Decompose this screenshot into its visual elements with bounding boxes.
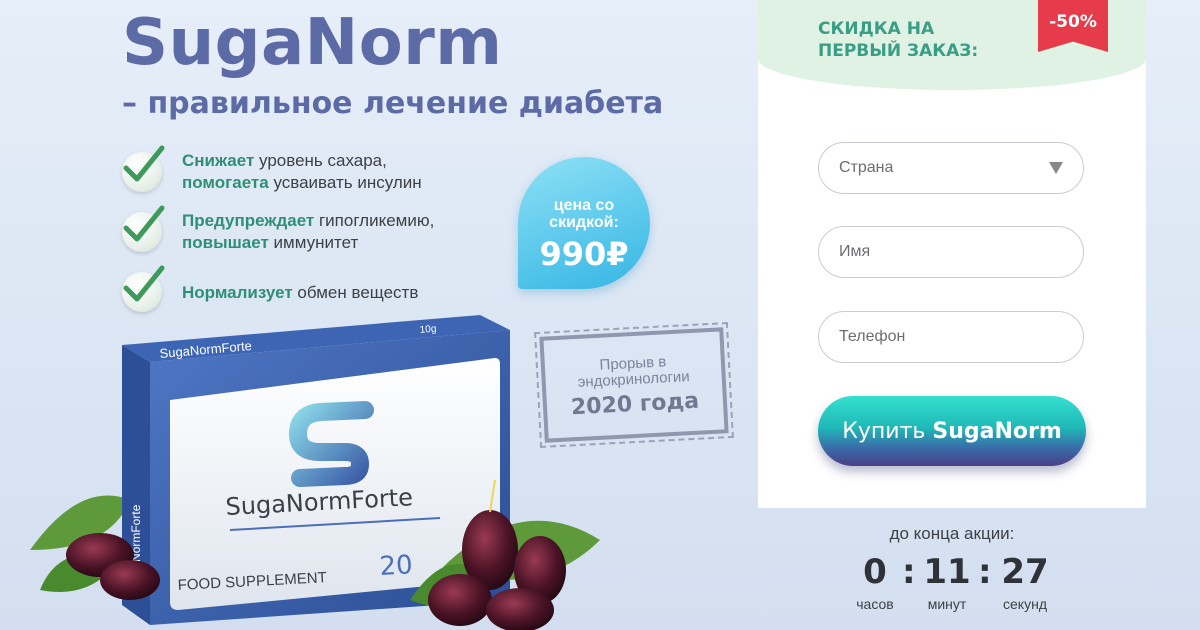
product-image: SugaNormForte 10g SugaNormForte SugaNorm…: [30, 315, 600, 630]
feature-bold: Снижает: [182, 151, 255, 170]
berry-shape: [428, 574, 492, 626]
form-heading-line1: СКИДКА НА: [818, 19, 935, 39]
phone-field[interactable]: [839, 328, 1063, 346]
page-subtitle: – правильное лечение диабета: [122, 86, 664, 121]
feature-bold: повышает: [182, 233, 269, 252]
form-heading-line2: ПЕРВЫЙ ЗАКАЗ:: [818, 41, 979, 61]
countdown-seconds-value: 27: [1001, 552, 1049, 592]
feature-bold: Предупреждает: [182, 211, 315, 230]
countdown-minutes-caption: минут: [927, 596, 967, 612]
countdown-seconds-caption: секунд: [1003, 596, 1047, 612]
feature-text: уровень сахара,: [254, 151, 387, 170]
feature-bold: помогаета: [182, 173, 269, 192]
countdown-label: до конца акции:: [889, 524, 1015, 543]
countdown-hours-caption: часов: [856, 596, 894, 612]
price-value: 990₽: [539, 235, 629, 273]
price-label-line2: скидкой:: [549, 214, 619, 231]
name-field-wrapper: [818, 226, 1084, 278]
country-select-value: Страна: [839, 159, 894, 176]
countdown-seconds: 27 секунд: [990, 552, 1060, 612]
page-title: SugaNorm: [122, 6, 503, 80]
countdown-minutes: 11 минут: [912, 552, 982, 612]
berry-shape: [486, 588, 554, 630]
box-weight-text: 10g: [419, 324, 437, 336]
countdown-minutes-value: 11: [923, 552, 971, 592]
feature-item: Предупреждает гипогликемию, повышает имм…: [122, 205, 522, 254]
buy-button-brand: SugaNorm: [932, 418, 1062, 444]
feature-text: усваивать инсулин: [268, 173, 422, 192]
form-heading: СКИДКА НА ПЕРВЫЙ ЗАКАЗ:: [818, 18, 1018, 62]
price-label-line1: цена со: [553, 197, 615, 214]
chevron-down-icon: [1049, 162, 1063, 174]
feature-text: иммунитет: [268, 233, 359, 252]
name-field[interactable]: [839, 243, 1063, 261]
countdown-hours: 0 часов: [840, 552, 910, 612]
buy-button-prefix: Купить: [842, 418, 933, 444]
countdown-hours-value: 0: [863, 552, 887, 592]
country-select[interactable]: Страна: [818, 142, 1084, 194]
check-icon: [122, 145, 165, 192]
feature-item: Снижает уровень сахара, помогаета усваив…: [122, 145, 522, 194]
feature-text: гипогликемию,: [314, 211, 435, 230]
phone-field-wrapper: [818, 311, 1084, 363]
buy-button[interactable]: Купить SugaNorm: [818, 396, 1086, 466]
price-badge: цена со скидкой: 990₽: [518, 157, 650, 289]
box-count-text: 20: [379, 550, 414, 582]
berry-shape: [100, 560, 160, 600]
check-icon: [122, 205, 165, 252]
